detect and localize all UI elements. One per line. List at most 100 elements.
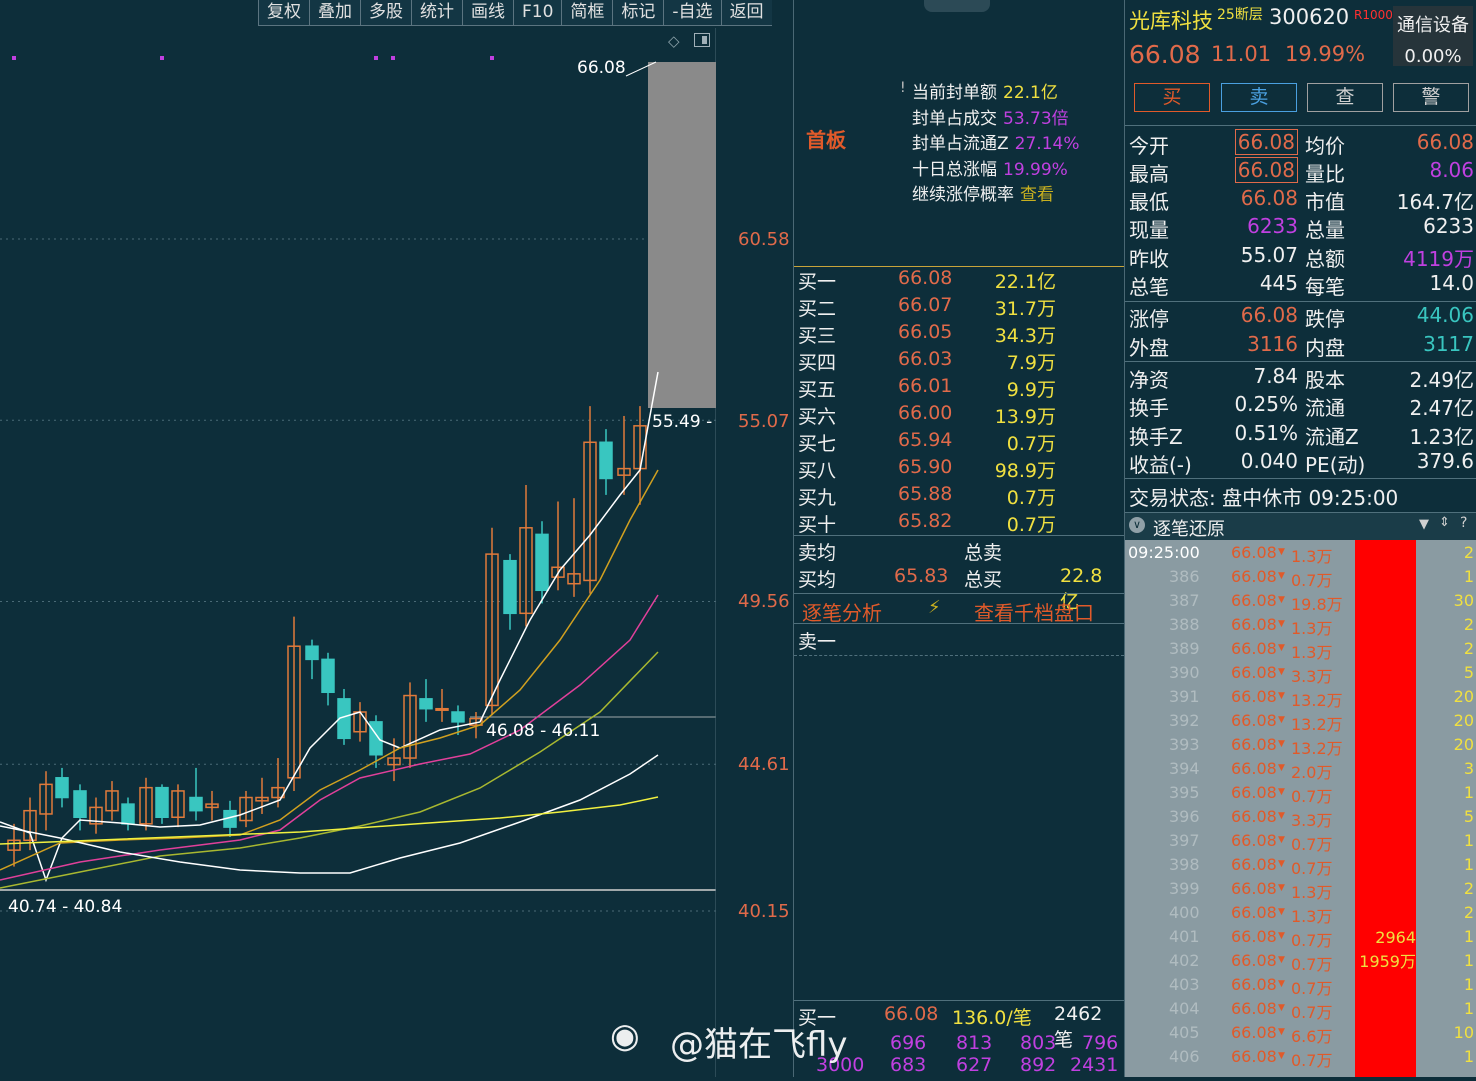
tick-down-arrow-icon: ▼ [1278,883,1285,893]
toolbar-button[interactable]: 多股 [360,0,411,26]
bid-row[interactable]: 买六 66.00 13.9万 [798,402,1120,429]
bid-row[interactable]: 买七 65.94 0.7万 [798,429,1120,456]
bid-volume: 98.9万 [994,460,1056,482]
current-price: 66.08 [1129,40,1201,69]
tick-count: 2 [1463,879,1474,898]
field-value: 14.0 [1429,271,1474,295]
bid-volume: 22.1亿 [994,271,1056,293]
candle-body [121,803,135,825]
sell-button[interactable]: 卖 [1221,83,1297,112]
bid-price: 65.90 [898,456,953,478]
collapse-tab[interactable]: ◠ [924,0,990,12]
panel-toggle-icon[interactable] [694,33,710,47]
tick-row[interactable]: 395 66.08 ▼ 0.7万 1 [1125,781,1476,806]
thousand-level-link[interactable]: 查看千档盘口 [974,597,1094,626]
tick-row[interactable]: 386 66.08 ▼ 0.7万 1 [1125,565,1476,590]
tick-analysis-link[interactable]: 逐笔分析 [802,597,882,626]
tick-row[interactable]: 387 66.08 ▼ 19.8万 30 [1125,589,1476,614]
tick-row[interactable]: 399 66.08 ▼ 1.3万 2 [1125,877,1476,902]
tick-price: 66.08 [1231,807,1277,826]
buy-button[interactable]: 买 [1134,83,1210,112]
candle-body [155,786,169,819]
alert-button[interactable]: 警 [1393,83,1469,112]
orderbook-panel: ◠ 首板 ! 当前封单额22.1亿封单占成交53.73倍封单占流通Z27.14%… [794,0,1124,1077]
toolbar-button[interactable]: 标记 [612,0,664,26]
tick-row[interactable]: 392 66.08 ▼ 13.2万 20 [1125,709,1476,734]
buy-avg-row: 买均 65.83 总买 22.8亿 [798,565,1120,613]
sort-icon[interactable]: ⇕ [1439,515,1450,530]
tick-row[interactable]: 393 66.08 ▼ 13.2万 20 [1125,733,1476,758]
query-button[interactable]: 查 [1307,83,1383,112]
bid-row[interactable]: 买一 66.08 22.1亿 [798,267,1120,294]
tick-count: 1 [1463,927,1474,946]
tick-row[interactable]: 09:25:00 66.08 ▼ 1.3万 2 [1125,541,1476,566]
sell-avg-label: 卖均 [798,542,837,564]
toolbar-button[interactable]: 返回 [720,0,772,26]
seal-key: 十日总涨幅 [912,159,997,180]
toolbar-button[interactable]: 叠加 [309,0,360,26]
toolbar-button[interactable]: 简框 [561,0,613,26]
toolbar-button[interactable]: -自选 [663,0,721,26]
tick-row[interactable]: 397 66.08 ▼ 0.7万 1 [1125,829,1476,854]
tick-row[interactable]: 390 66.08 ▼ 3.3万 5 [1125,661,1476,686]
tick-row[interactable]: 394 66.08 ▼ 2.0万 3 [1125,757,1476,782]
bid-row[interactable]: 买八 65.90 98.9万 [798,456,1120,483]
tick-row[interactable]: 398 66.08 ▼ 0.7万 1 [1125,853,1476,878]
tick-row[interactable]: 389 66.08 ▼ 1.3万 2 [1125,637,1476,662]
bid-row[interactable]: 买四 66.03 7.9万 [798,348,1120,375]
tick-row[interactable]: 405 66.08 ▼ 6.6万 10 [1125,1021,1476,1046]
tick-row[interactable]: 402 66.08 ▼ 0.7万 1 [1125,949,1476,974]
field-value: 66.08 [1234,129,1298,155]
marker-dot [374,56,378,60]
tick-row[interactable]: 401 66.08 ▼ 0.7万 1 [1125,925,1476,950]
toolbar-button[interactable]: 统计 [411,0,462,26]
tick-row[interactable]: 406 66.08 ▼ 0.7万 1 [1125,1045,1476,1070]
sep [1125,478,1476,479]
tick-time: 406 [1169,1047,1200,1066]
tick-row[interactable]: 396 66.08 ▼ 3.3万 5 [1125,805,1476,830]
tick-time: 396 [1169,807,1200,826]
bid-label: 买十 [798,514,837,536]
tick-volume: 3.3万 [1291,811,1333,830]
bid-row[interactable]: 买二 66.07 31.7万 [798,294,1120,321]
bid-row[interactable]: 买十 65.82 0.7万 [798,510,1120,537]
tick-down-arrow-icon: ▼ [1278,835,1285,845]
bid-row[interactable]: 买九 65.88 0.7万 [798,483,1120,510]
limit-up-box [648,62,716,408]
toolbar-button[interactable]: 复权 [258,0,309,26]
tick-down-arrow-icon: ▼ [1278,787,1285,797]
bid-label: 买五 [798,379,837,401]
queue-value: 696 [890,1032,927,1054]
tick-count: 1 [1463,975,1474,994]
kline-svg[interactable] [0,28,716,1077]
tick-down-arrow-icon: ▼ [1278,1003,1285,1013]
tick-down-arrow-icon: ▼ [1278,955,1285,965]
bid-volume: 9.9万 [1006,379,1056,401]
help-icon[interactable]: ? [1460,515,1467,531]
field-label: 今开 [1129,134,1169,158]
seal-value[interactable]: 查看 [1020,185,1054,205]
tick-count: 1 [1463,951,1474,970]
tick-price: 66.08 [1231,687,1277,706]
bid-row[interactable]: 买五 66.01 9.9万 [798,375,1120,402]
filter-icon[interactable]: ▼ [1419,517,1429,532]
industry-box[interactable]: 通信设备 0.00% [1393,6,1473,67]
tick-row[interactable]: 404 66.08 ▼ 0.7万 1 [1125,997,1476,1022]
kline-chart[interactable] [0,28,716,1077]
tick-row[interactable]: 388 66.08 ▼ 1.3万 2 [1125,613,1476,638]
tick-row[interactable]: 391 66.08 ▼ 13.2万 20 [1125,685,1476,710]
field-label: 最低 [1129,190,1169,214]
toolbar-button[interactable]: F10 [513,0,562,26]
bid-label: 买六 [798,406,837,428]
tick-row[interactable]: 403 66.08 ▼ 0.7万 1 [1125,973,1476,998]
queue-value: 2431 [1070,1054,1119,1076]
stock-name: 光库科技 [1129,9,1213,33]
tick-row[interactable]: 400 66.08 ▼ 1.3万 2 [1125,901,1476,926]
toolbar-button[interactable]: 画线 [462,0,513,26]
queue-value: 803 [1020,1032,1057,1054]
bid-row[interactable]: 买三 66.05 34.3万 [798,321,1120,348]
collapse-icon[interactable]: ∨ [1129,517,1145,533]
diamond-icon[interactable]: ◇ [668,32,680,50]
tick-volume: 1.3万 [1291,907,1333,926]
info-icon: ! [900,80,906,96]
